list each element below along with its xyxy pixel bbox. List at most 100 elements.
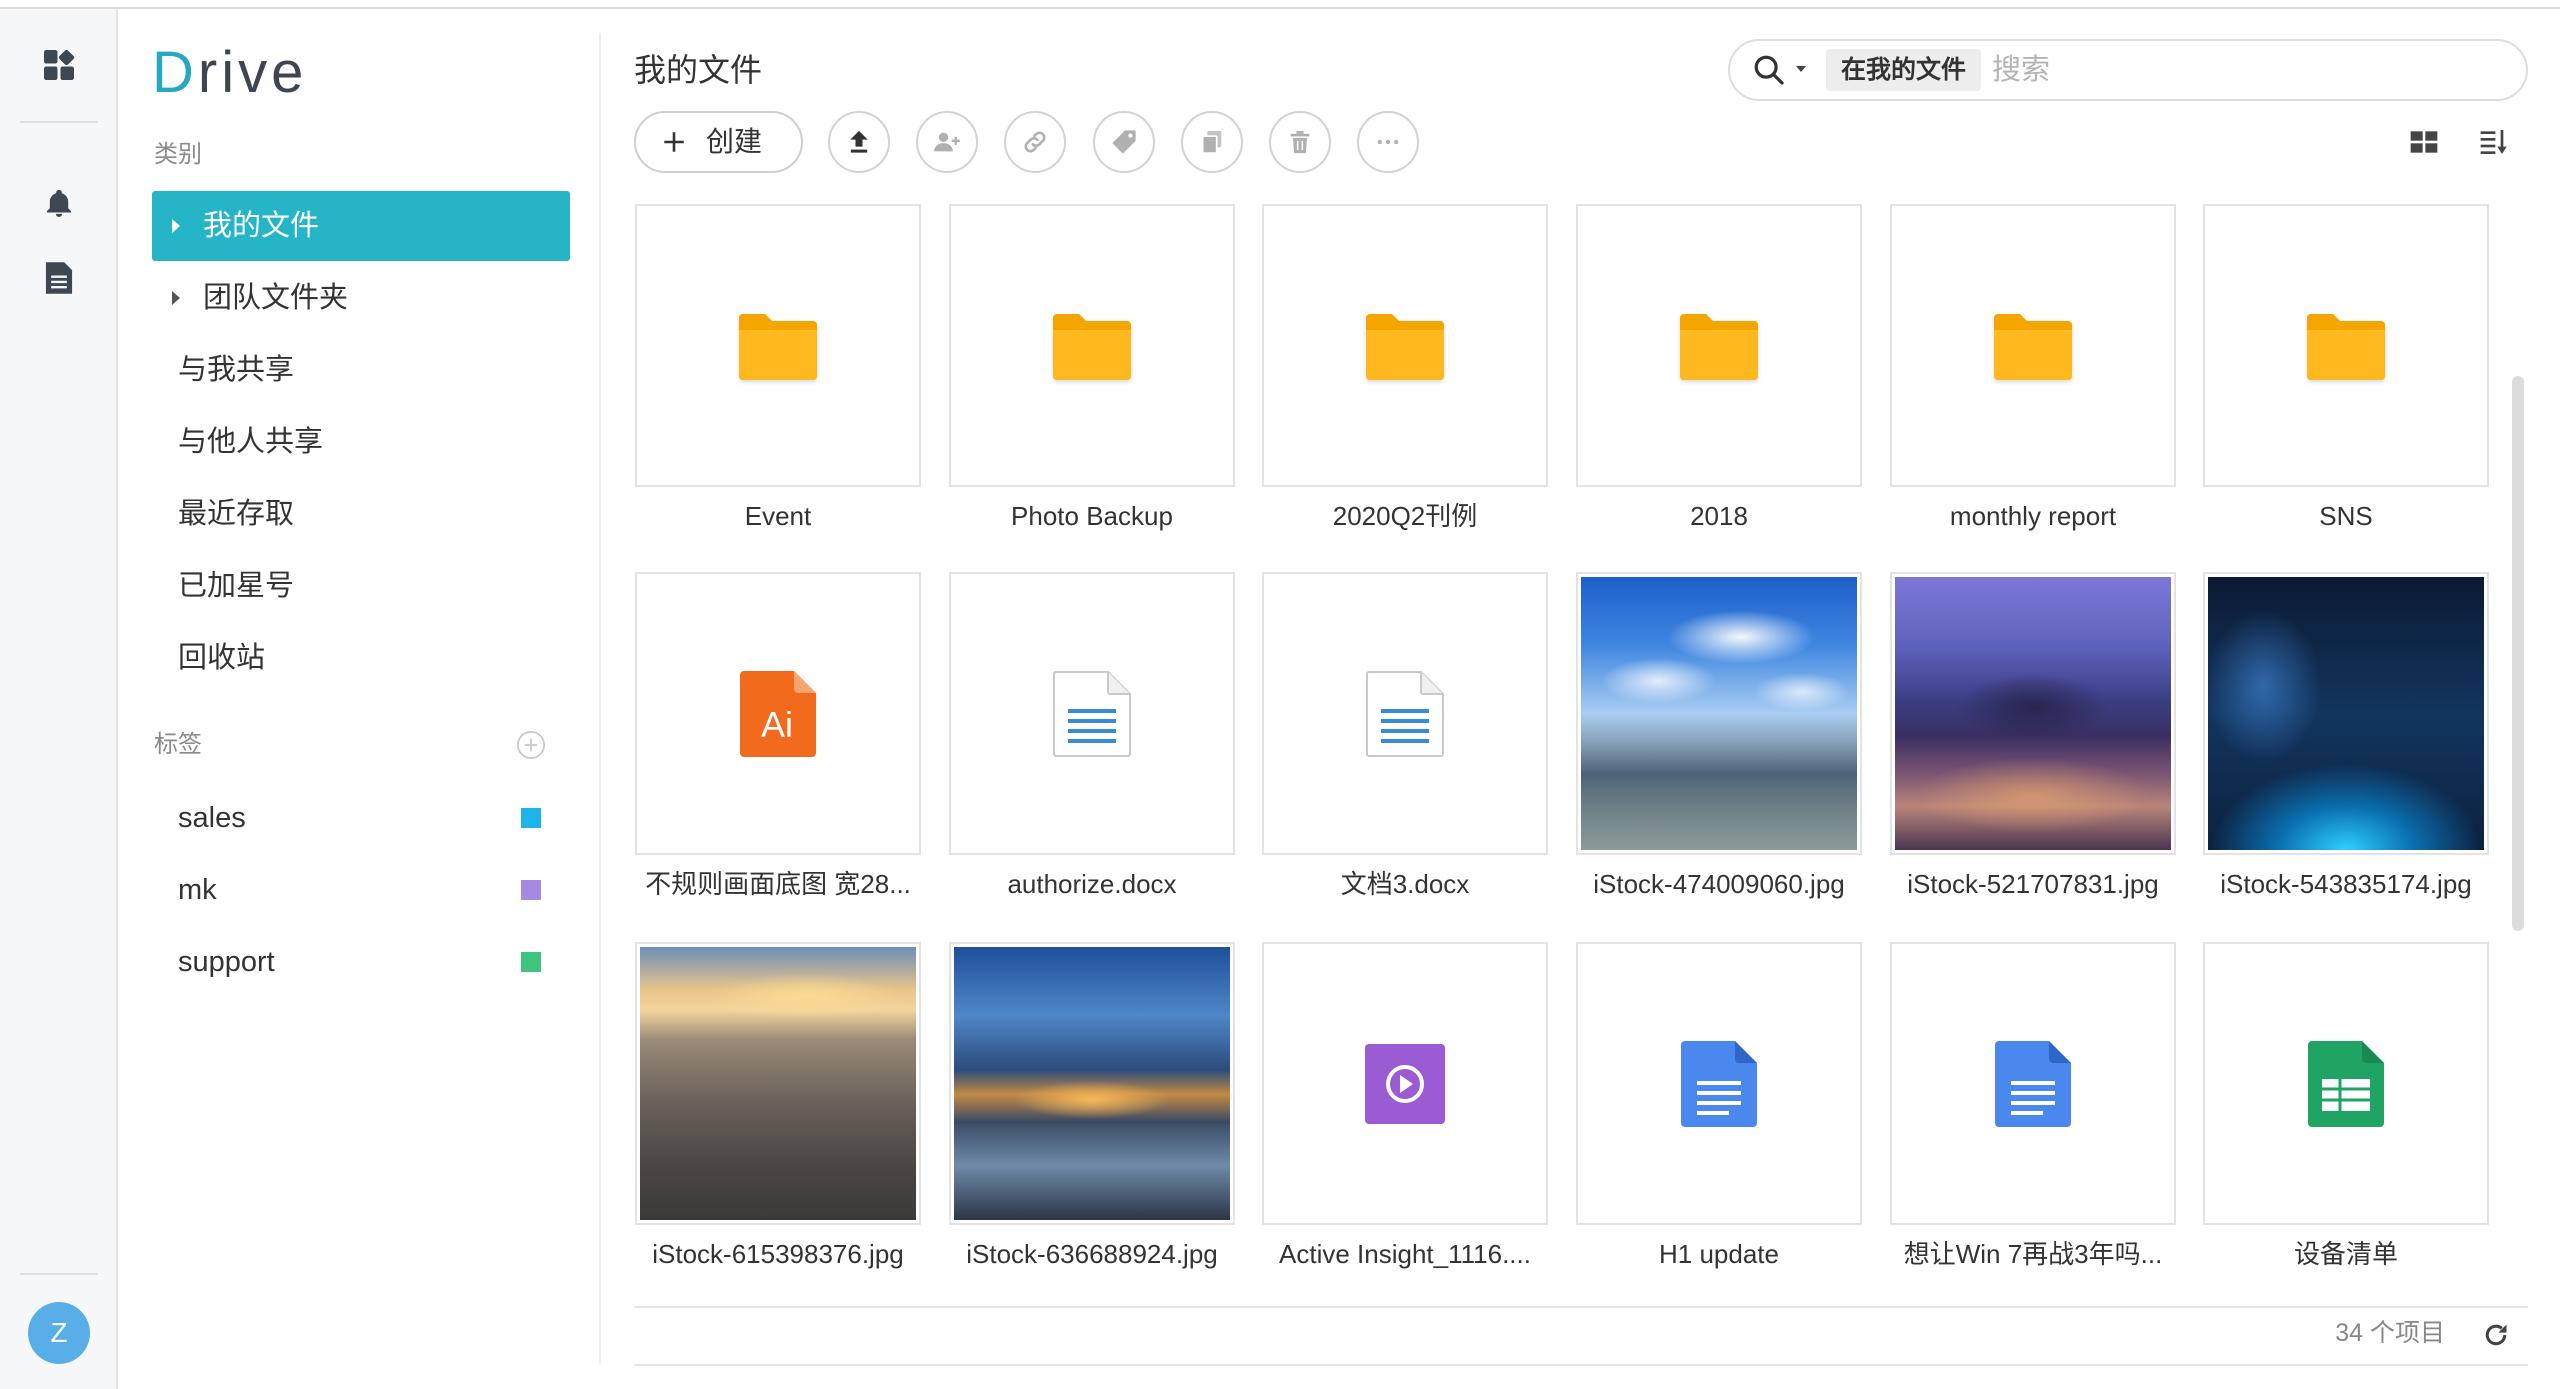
file-thumbnail[interactable] [949, 204, 1235, 487]
avatar[interactable]: Z [28, 1302, 90, 1364]
word-file-icon [1365, 671, 1445, 757]
chevron-down-icon[interactable] [1796, 66, 1806, 72]
file-item[interactable]: 文档3.docx [1262, 572, 1548, 904]
file-thumbnail[interactable] [1576, 942, 1862, 1225]
file-item[interactable]: Photo Backup [949, 204, 1235, 536]
copy-button[interactable] [1181, 111, 1243, 173]
file-item[interactable]: iStock-615398376.jpg [635, 942, 921, 1274]
file-item[interactable]: 2020Q2刊例 [1262, 204, 1548, 536]
file-name: iStock-543835174.jpg [2220, 869, 2472, 899]
dashboard-icon[interactable] [41, 47, 77, 83]
file-thumbnail[interactable]: Ai [635, 572, 921, 855]
sheet-file-icon [2308, 1040, 2384, 1127]
file-thumbnail[interactable] [1890, 572, 2176, 855]
sidebar-item-my-files[interactable]: 我的文件 [152, 191, 570, 261]
sort-icon[interactable] [2478, 126, 2510, 158]
folder-icon [2305, 310, 2387, 382]
tag-label: sales [178, 802, 246, 834]
search-bar[interactable]: 在我的文件 [1728, 39, 2528, 101]
sidebar-item-label: 团队文件夹 [203, 282, 349, 314]
more-icon [1377, 139, 1399, 145]
grid-view-icon[interactable] [2408, 126, 2440, 158]
file-item[interactable]: monthly report [1890, 204, 2176, 536]
sidebar-item-team-folders[interactable]: 团队文件夹 [152, 263, 570, 333]
share-user-icon [934, 132, 960, 152]
search-input[interactable] [1992, 41, 2512, 99]
file-item[interactable]: iStock-474009060.jpg [1576, 572, 1862, 904]
share-user-button[interactable] [916, 111, 978, 173]
sidebar-item-label: 最近存取 [178, 498, 295, 530]
logo-initial: D [152, 40, 198, 105]
tag-item-mk[interactable]: mk [152, 860, 570, 920]
file-thumbnail[interactable] [2203, 572, 2489, 855]
file-item[interactable]: 2018 [1576, 204, 1862, 536]
file-item[interactable]: iStock-543835174.jpg [2203, 572, 2489, 904]
file-thumbnail[interactable] [949, 942, 1235, 1225]
file-name: SNS [2319, 501, 2373, 531]
refresh-icon[interactable] [2482, 1321, 2510, 1349]
file-thumbnail[interactable] [1890, 204, 2176, 487]
file-item[interactable]: iStock-636688924.jpg [949, 942, 1235, 1274]
upload-button[interactable] [828, 111, 890, 173]
file-thumbnail[interactable] [1262, 942, 1548, 1225]
file-item[interactable]: Ai 不规则画面底图 宽28... [635, 572, 921, 904]
sidebar-item-recent[interactable]: 最近存取 [152, 479, 570, 549]
search-scope-chip[interactable]: 在我的文件 [1826, 49, 1981, 91]
sidebar-item-shared-with-me[interactable]: 与我共享 [152, 335, 570, 405]
file-item[interactable]: H1 update [1576, 942, 1862, 1274]
file-name: 不规则画面底图 宽28... [645, 869, 911, 899]
sidebar-item-starred[interactable]: 已加星号 [152, 551, 570, 621]
plus-icon [661, 129, 687, 155]
plus-circle-icon[interactable] [516, 730, 546, 760]
scrollbar-thumb[interactable] [2512, 376, 2524, 931]
sidebar-divider [599, 33, 601, 1364]
file-thumbnail[interactable] [635, 204, 921, 487]
image-file-icon [954, 947, 1230, 1220]
file-thumbnail[interactable] [1262, 204, 1548, 487]
tag-label: support [178, 946, 275, 978]
file-item[interactable]: Event [635, 204, 921, 536]
file-name: iStock-521707831.jpg [1907, 869, 2159, 899]
bell-icon[interactable] [42, 187, 76, 221]
image-file-icon [1581, 577, 1857, 850]
tag-item-sales[interactable]: sales [152, 788, 570, 848]
tag-color-swatch [521, 808, 541, 828]
expand-caret-icon[interactable] [172, 219, 180, 233]
file-thumbnail[interactable] [1576, 572, 1862, 855]
file-thumbnail[interactable] [1262, 572, 1548, 855]
search-icon[interactable] [1752, 53, 1786, 87]
more-button[interactable] [1357, 111, 1419, 173]
file-item[interactable]: SNS [2203, 204, 2489, 536]
link-button[interactable] [1004, 111, 1066, 173]
document-icon[interactable] [44, 261, 74, 295]
image-file-icon [2208, 577, 2484, 850]
file-item[interactable]: iStock-521707831.jpg [1890, 572, 2176, 904]
file-thumbnail[interactable] [635, 942, 921, 1225]
file-item[interactable]: Active Insight_1116.... [1262, 942, 1548, 1274]
file-item[interactable]: 想让Win 7再战3年吗... [1890, 942, 2176, 1274]
file-thumbnail[interactable] [2203, 204, 2489, 487]
file-item[interactable]: authorize.docx [949, 572, 1235, 904]
doc-file-icon [1679, 1041, 1759, 1127]
tag-color-swatch [521, 952, 541, 972]
file-thumbnail[interactable] [1890, 942, 2176, 1225]
sidebar-item-label: 与他人共享 [178, 426, 324, 458]
tag-button[interactable] [1093, 111, 1155, 173]
file-thumbnail[interactable] [949, 572, 1235, 855]
sidebar-item-label: 我的文件 [203, 210, 320, 242]
file-item[interactable]: 设备清单 [2203, 942, 2489, 1274]
file-name: iStock-636688924.jpg [966, 1239, 1218, 1269]
rail-separator [20, 1273, 98, 1275]
sidebar-item-shared-with-others[interactable]: 与他人共享 [152, 407, 570, 477]
item-count: 34 个项目 [2335, 1319, 2445, 1347]
delete-icon [1290, 131, 1310, 154]
create-button[interactable]: 创建 [634, 111, 803, 173]
file-thumbnail[interactable] [2203, 942, 2489, 1225]
delete-button[interactable] [1269, 111, 1331, 173]
sidebar-item-recycle-bin[interactable]: 回收站 [152, 623, 570, 693]
file-thumbnail[interactable] [1576, 204, 1862, 487]
expand-caret-icon[interactable] [172, 291, 180, 305]
tag-item-support[interactable]: support [152, 932, 570, 992]
illustrator-file-icon: Ai [740, 670, 816, 757]
page-title: 我的文件 [634, 52, 763, 88]
